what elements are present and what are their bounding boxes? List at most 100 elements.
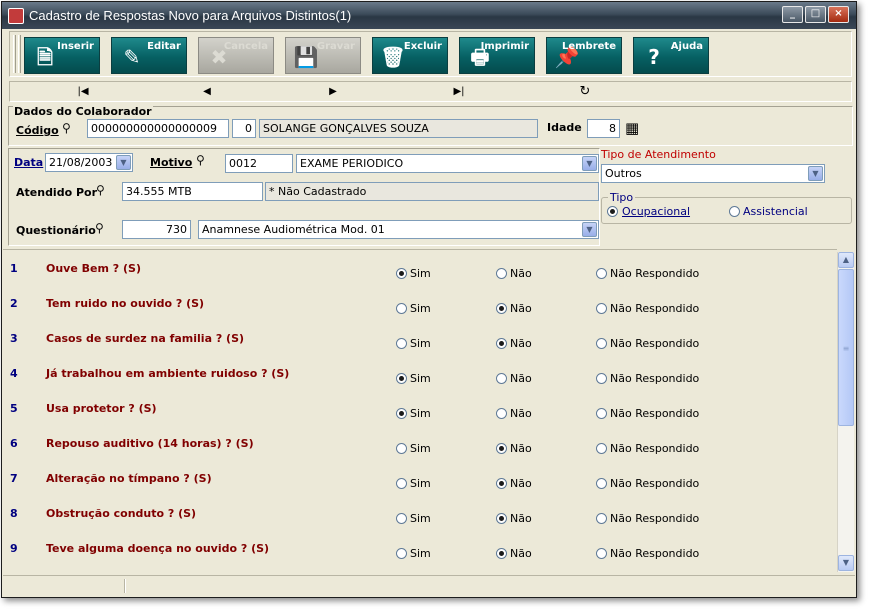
answer-sim-label[interactable]: Sim xyxy=(410,547,431,560)
excluir-button[interactable]: 🗑 Excluir xyxy=(372,37,448,74)
answer-sim-radio[interactable] xyxy=(396,513,407,524)
answer-sim-radio[interactable] xyxy=(396,303,407,314)
chevron-down-icon[interactable]: ▼ xyxy=(582,222,597,237)
answer-nao-radio[interactable] xyxy=(496,478,507,489)
answer-nr-radio[interactable] xyxy=(596,443,607,454)
answer-nao-radio[interactable] xyxy=(496,548,507,559)
answer-nr-radio[interactable] xyxy=(596,513,607,524)
next-record-button[interactable]: ▶ xyxy=(323,84,343,100)
minimize-button[interactable]: _ xyxy=(782,6,803,23)
answer-nr-radio[interactable] xyxy=(596,478,607,489)
answer-nao-radio[interactable] xyxy=(496,373,507,384)
answer-nao-radio[interactable] xyxy=(496,443,507,454)
answer-sim-label[interactable]: Sim xyxy=(410,267,431,280)
chevron-down-icon[interactable]: ▼ xyxy=(808,166,823,181)
answer-nr-label[interactable]: Não Respondido xyxy=(610,547,699,560)
maximize-button[interactable]: □ xyxy=(805,6,826,23)
answer-nr-radio[interactable] xyxy=(596,268,607,279)
scroll-up-button[interactable]: ▲ xyxy=(838,252,854,268)
vertical-scrollbar[interactable]: ▲ ≡ ▼ xyxy=(837,252,854,572)
answer-nr-label[interactable]: Não Respondido xyxy=(610,407,699,420)
date-picker[interactable]: 21/08/2003 ▼ xyxy=(45,153,133,172)
answer-nr-label[interactable]: Não Respondido xyxy=(610,477,699,490)
answer-nr-label[interactable]: Não Respondido xyxy=(610,302,699,315)
binoculars-icon[interactable]: ⚲ xyxy=(96,183,105,197)
answer-sim-label[interactable]: Sim xyxy=(410,302,431,315)
answer-sim-label[interactable]: Sim xyxy=(410,477,431,490)
ajuda-button[interactable]: ? Ajuda xyxy=(633,37,709,74)
answer-nr-label[interactable]: Não Respondido xyxy=(610,337,699,350)
answer-nr-label[interactable]: Não Respondido xyxy=(610,267,699,280)
chevron-down-icon[interactable]: ▼ xyxy=(582,156,597,171)
answer-nao-radio[interactable] xyxy=(496,268,507,279)
answer-nao-label[interactable]: Não xyxy=(510,267,532,280)
assistencial-radio[interactable] xyxy=(729,206,740,217)
atendido-field[interactable]: 34.555 MTB xyxy=(122,182,263,201)
answer-sim-radio[interactable] xyxy=(396,478,407,489)
imprimir-button[interactable]: 🖶 Imprimir xyxy=(459,37,535,74)
ocupacional-radio[interactable] xyxy=(607,206,618,217)
binoculars-icon[interactable]: ⚲ xyxy=(95,221,104,235)
answer-sim-label[interactable]: Sim xyxy=(410,512,431,525)
answer-nao-label[interactable]: Não xyxy=(510,337,532,350)
sequence-field[interactable]: 0 xyxy=(232,119,256,138)
answer-sim-radio[interactable] xyxy=(396,443,407,454)
answer-nao-label[interactable]: Não xyxy=(510,547,532,560)
prev-record-button[interactable]: ◀ xyxy=(197,84,217,100)
codigo-field[interactable]: 000000000000000009 xyxy=(87,119,229,138)
answer-nr-label[interactable]: Não Respondido xyxy=(610,372,699,385)
gravar-button[interactable]: 💾 Gravar xyxy=(285,37,361,74)
cancela-button[interactable]: ✖ Cancela xyxy=(198,37,274,74)
question-row: 3 Casos de surdez na familia ? (S) Sim Não N… xyxy=(3,320,837,355)
answer-nr-radio[interactable] xyxy=(596,408,607,419)
answer-nao-radio[interactable] xyxy=(496,408,507,419)
answer-sim-radio[interactable] xyxy=(396,408,407,419)
edit-icon: ✎ xyxy=(123,45,141,69)
chevron-down-icon[interactable]: ▼ xyxy=(116,155,131,170)
answer-sim-label[interactable]: Sim xyxy=(410,407,431,420)
answer-nao-label[interactable]: Não xyxy=(510,477,532,490)
answer-sim-radio[interactable] xyxy=(396,338,407,349)
answer-nao-label[interactable]: Não xyxy=(510,407,532,420)
answer-nao-label[interactable]: Não xyxy=(510,372,532,385)
motivo-code-field[interactable]: 0012 xyxy=(225,154,293,173)
idade-field[interactable]: 8 xyxy=(587,119,620,138)
answer-nr-label[interactable]: Não Respondido xyxy=(610,442,699,455)
refresh-button[interactable]: ↻ xyxy=(575,84,595,100)
assistencial-label[interactable]: Assistencial xyxy=(743,205,808,218)
binoculars-icon[interactable]: ⚲ xyxy=(62,121,71,135)
scroll-thumb[interactable]: ≡ xyxy=(838,269,854,426)
calculator-icon[interactable]: ▦ xyxy=(625,119,647,139)
answer-sim-radio[interactable] xyxy=(396,373,407,384)
questionario-select[interactable]: Anamnese Audiométrica Mod. 01 ▼ xyxy=(198,220,599,239)
answer-nr-radio[interactable] xyxy=(596,548,607,559)
answer-sim-radio[interactable] xyxy=(396,268,407,279)
answer-nao-label[interactable]: Não xyxy=(510,302,532,315)
editar-button[interactable]: ✎ Editar xyxy=(111,37,187,74)
answer-nao-label[interactable]: Não xyxy=(510,442,532,455)
answer-sim-label[interactable]: Sim xyxy=(410,372,431,385)
answer-nr-radio[interactable] xyxy=(596,303,607,314)
inserir-button[interactable]: 🗎 Inserir xyxy=(24,37,100,74)
first-record-button[interactable]: |◀ xyxy=(73,84,93,100)
close-button[interactable]: × xyxy=(828,6,849,23)
questionario-code-field[interactable]: 730 xyxy=(122,220,191,239)
answer-nr-label[interactable]: Não Respondido xyxy=(610,512,699,525)
motivo-select[interactable]: EXAME PERIODICO ▼ xyxy=(296,154,599,173)
answer-sim-radio[interactable] xyxy=(396,548,407,559)
tipo-atendimento-select[interactable]: Outros ▼ xyxy=(601,164,825,183)
scroll-down-button[interactable]: ▼ xyxy=(838,555,854,571)
title-bar[interactable]: Cadastro de Respostas Novo para Arquivos… xyxy=(2,2,856,29)
binoculars-icon[interactable]: ⚲ xyxy=(196,153,205,167)
answer-nao-radio[interactable] xyxy=(496,338,507,349)
answer-nr-radio[interactable] xyxy=(596,338,607,349)
last-record-button[interactable]: ▶| xyxy=(449,84,469,100)
ocupacional-label[interactable]: Ocupacional xyxy=(622,205,690,218)
answer-sim-label[interactable]: Sim xyxy=(410,442,431,455)
answer-sim-label[interactable]: Sim xyxy=(410,337,431,350)
answer-nr-radio[interactable] xyxy=(596,373,607,384)
lembrete-button[interactable]: 📌 Lembrete xyxy=(546,37,622,74)
answer-nao-radio[interactable] xyxy=(496,513,507,524)
answer-nao-radio[interactable] xyxy=(496,303,507,314)
answer-nao-label[interactable]: Não xyxy=(510,512,532,525)
